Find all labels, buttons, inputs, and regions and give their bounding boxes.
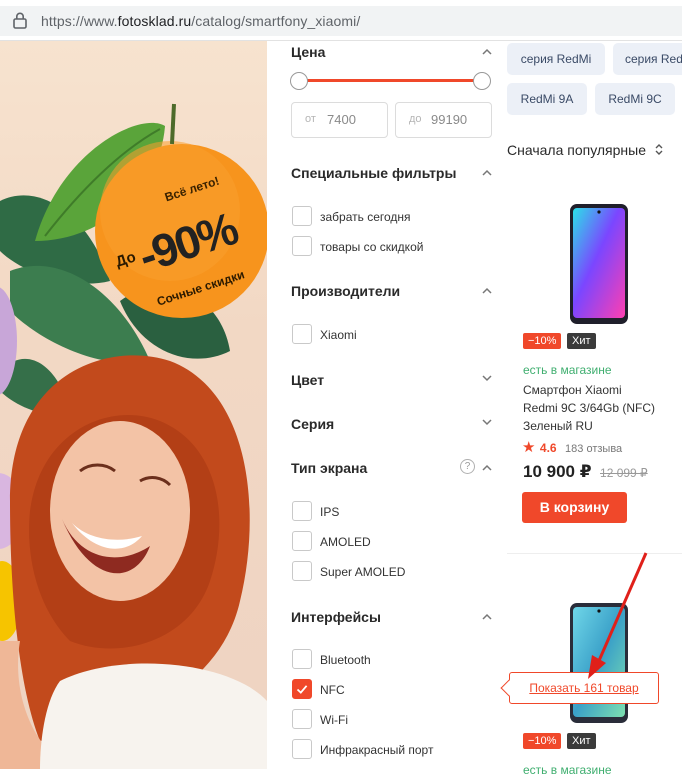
checkbox-ips[interactable]: [292, 501, 312, 521]
checkmark-icon: [296, 685, 308, 694]
checkbox-label[interactable]: Инфракрасный порт: [320, 743, 433, 757]
chevron-up-icon[interactable]: [481, 48, 493, 56]
brands-title[interactable]: Производители: [291, 283, 400, 299]
checkbox-amoled[interactable]: [292, 531, 312, 551]
checkbox-label[interactable]: NFC: [320, 683, 345, 697]
chevron-down-icon[interactable]: [481, 418, 493, 426]
checkbox-label[interactable]: Bluetooth: [320, 653, 371, 667]
rating: ★ 4.6 183 отзыва: [522, 438, 622, 457]
chip-model[interactable]: RedMi 9A: [507, 83, 587, 115]
series-title[interactable]: Серия: [291, 416, 334, 432]
price-from-input[interactable]: от 7400: [291, 102, 388, 138]
sort-dropdown[interactable]: Сначала популярные: [507, 142, 664, 158]
checkbox-label[interactable]: Xiaomi: [320, 328, 357, 342]
sort-icon: [655, 144, 663, 155]
checkbox-label[interactable]: Wi-Fi: [320, 713, 348, 727]
hit-badge: Хит: [567, 333, 596, 349]
price-slider-max-handle[interactable]: [473, 72, 491, 90]
chevron-up-icon[interactable]: [481, 287, 493, 295]
reviews-count[interactable]: 183 отзыва: [565, 443, 622, 455]
checkbox-label[interactable]: товары со скидкой: [320, 240, 423, 254]
availability-status: есть в магазине: [523, 763, 612, 777]
star-icon: ★: [522, 439, 536, 456]
checkbox-label[interactable]: забрать сегодня: [320, 210, 411, 224]
product-title[interactable]: Смартфон Xiaomi Redmi 9C 3/64Gb (NFC) Зе…: [523, 381, 655, 435]
chevron-up-icon[interactable]: [481, 464, 493, 472]
browser-address-bar: https://www.fotosklad.ru/catalog/smartfo…: [0, 0, 682, 41]
availability-status: есть в магазине: [523, 363, 612, 377]
checkbox-wifi[interactable]: [292, 709, 312, 729]
price-block: 10 900 ₽ 12 099 ₽: [523, 462, 648, 482]
checkbox-super-amoled[interactable]: [292, 561, 312, 581]
checkbox-pickup-today[interactable]: [292, 206, 312, 226]
sort-label: Сначала популярные: [507, 142, 647, 158]
promo-prefix: До: [113, 248, 138, 271]
price-to-input[interactable]: до 99190: [395, 102, 492, 138]
price-to-value: 99190: [431, 112, 468, 127]
color-title[interactable]: Цвет: [291, 372, 324, 388]
price-slider-min-handle[interactable]: [290, 72, 308, 90]
old-price: 12 099 ₽: [600, 466, 648, 480]
product-title-line: Redmi 9C 3/64Gb (NFC): [523, 401, 656, 415]
url-text[interactable]: https://www.fotosklad.ru/catalog/smartfo…: [41, 13, 360, 29]
checkbox-nfc[interactable]: [292, 679, 312, 699]
price-title: Цена: [291, 44, 326, 60]
promo-banner[interactable]: Всё лето! До -90% Сочные скидки: [0, 41, 267, 769]
chip-series[interactable]: серия RedMi: [507, 43, 605, 75]
chip-model[interactable]: RedMi 9C: [595, 83, 675, 115]
price-from-value: 7400: [327, 112, 356, 127]
add-to-cart-button[interactable]: В корзину: [522, 492, 627, 523]
checkbox-bluetooth[interactable]: [292, 649, 312, 669]
banner-illustration: [0, 103, 267, 769]
checkbox-label[interactable]: AMOLED: [320, 535, 371, 549]
checkbox-discounted[interactable]: [292, 236, 312, 256]
price-to-prefix: до: [409, 113, 422, 125]
filters-panel: Цена от 7400 до 99190 Специальные фильтр…: [267, 41, 503, 769]
screen-type-title[interactable]: Тип экрана: [291, 460, 367, 476]
price-from-prefix: от: [305, 113, 316, 125]
checkbox-label[interactable]: Super AMOLED: [320, 565, 405, 579]
chip-series[interactable]: серия Redmi: [613, 43, 682, 75]
product-title-line: Зеленый RU: [523, 419, 593, 433]
hit-badge: Хит: [567, 733, 596, 749]
chevron-up-icon[interactable]: [481, 169, 493, 177]
price-slider-track[interactable]: [299, 79, 481, 82]
help-icon[interactable]: ?: [460, 459, 475, 474]
product-title-line: Смартфон Xiaomi: [523, 383, 622, 397]
checkbox-xiaomi[interactable]: [292, 324, 312, 344]
checkbox-label[interactable]: IPS: [320, 505, 339, 519]
annotation-arrow-icon: [588, 552, 648, 679]
product-image[interactable]: [569, 203, 629, 325]
special-filters-title[interactable]: Специальные фильтры: [291, 165, 456, 181]
checkbox-infrared[interactable]: [292, 739, 312, 759]
sale-badge: −10%: [523, 733, 562, 749]
sale-badge: −10%: [523, 333, 562, 349]
chevron-down-icon[interactable]: [481, 374, 493, 382]
rating-value: 4.6: [539, 441, 557, 455]
interfaces-title[interactable]: Интерфейсы: [291, 609, 381, 625]
lock-icon[interactable]: [12, 11, 28, 29]
product-price: 10 900 ₽: [523, 462, 592, 481]
chevron-up-icon[interactable]: [481, 613, 493, 621]
